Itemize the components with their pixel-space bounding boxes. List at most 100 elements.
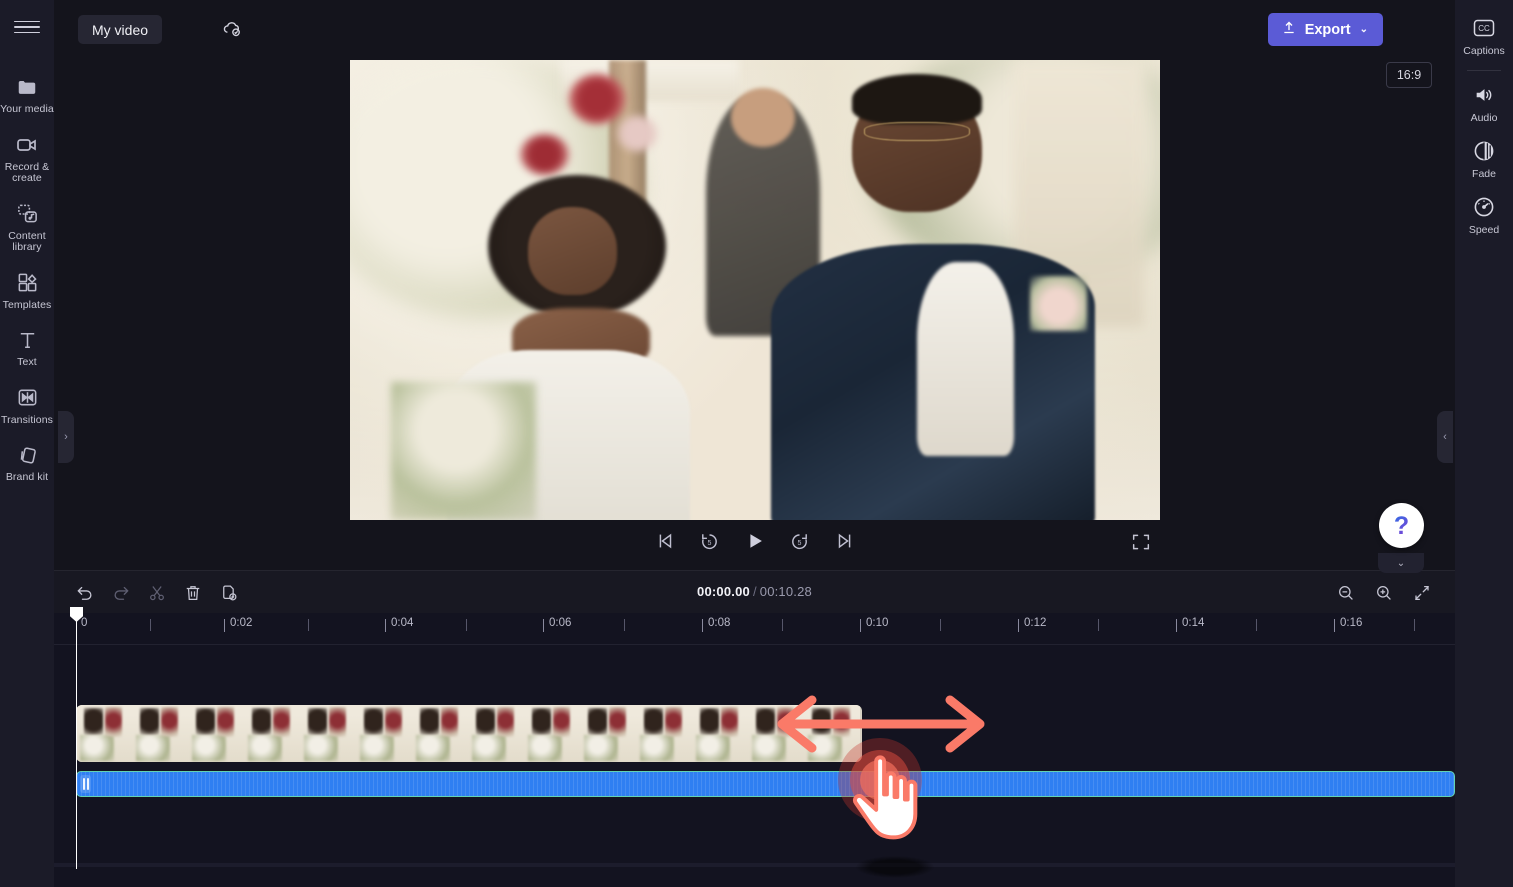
rose-3 <box>617 115 658 152</box>
ruler-label: 0:04 <box>391 617 414 629</box>
top-toolbar: My video Export ⌄ <box>54 0 1455 58</box>
sidebar-label: Record & create <box>4 160 50 184</box>
speaker-volume-icon <box>1472 83 1496 107</box>
aspect-ratio-button[interactable]: 16:9 <box>1386 62 1432 88</box>
ruler-label: 0:06 <box>549 617 572 629</box>
filmstrip-thumbnail <box>244 705 300 762</box>
filmstrip-thumbnail <box>804 705 860 762</box>
right-item-fade[interactable]: Fade <box>1455 131 1513 187</box>
ruler-label: 0:02 <box>230 617 253 629</box>
sidebar-item-your-media[interactable]: Your media <box>0 66 54 124</box>
right-item-audio[interactable]: Audio <box>1455 75 1513 131</box>
right-item-speed[interactable]: Speed <box>1455 187 1513 243</box>
ruler-label: 0:14 <box>1182 617 1205 629</box>
left-sidebar: Your media Record & create Content libra… <box>0 0 54 887</box>
filmstrip-thumbnail <box>300 705 356 762</box>
svg-text:5: 5 <box>798 538 802 546</box>
current-time: 00:00.00 <box>697 584 750 599</box>
zoom-out-icon[interactable] <box>1333 580 1359 606</box>
chevron-left-icon: ‹ <box>1443 431 1447 443</box>
audio-waveform <box>77 772 1454 796</box>
fade-half-circle-icon <box>1472 139 1496 163</box>
chevron-right-icon: › <box>64 431 68 443</box>
help-button[interactable]: ? <box>1379 503 1424 548</box>
project-title-button[interactable]: My video <box>78 15 163 44</box>
timeline-track-video[interactable] <box>54 705 1455 762</box>
collapse-panel-chevron[interactable]: ⌄ <box>1378 553 1424 573</box>
clipchamp-editor-window: Your media Record & create Content libra… <box>0 0 1513 887</box>
timeline[interactable]: 0 0:02 0:04 0:06 0:08 0:10 0:12 0:14 0:1… <box>54 607 1455 887</box>
right-item-captions[interactable]: CC Captions <box>1455 8 1513 64</box>
sidebar-label: Templates <box>2 298 52 311</box>
timeline-empty-track[interactable] <box>54 809 1455 855</box>
audio-clip-selected[interactable] <box>76 771 1455 797</box>
filmstrip-thumbnail <box>356 705 412 762</box>
video-preview[interactable] <box>350 60 1160 520</box>
timeline-tool-group <box>72 580 242 606</box>
timeline-ruler[interactable]: 0 0:02 0:04 0:06 0:08 0:10 0:12 0:14 0:1… <box>54 613 1455 645</box>
scissors-icon[interactable] <box>144 580 170 606</box>
ruler-label: 0:12 <box>1024 617 1047 629</box>
hamburger-menu-icon[interactable] <box>14 14 40 40</box>
forward-5-icon[interactable]: 5 <box>786 527 814 555</box>
rewind-5-icon[interactable]: 5 <box>696 527 724 555</box>
preview-frame-image <box>350 60 1160 520</box>
sidebar-item-templates[interactable]: Templates <box>0 262 54 320</box>
sidebar-item-transitions[interactable]: Transitions <box>0 377 54 435</box>
boutonniere <box>1030 276 1088 332</box>
export-label: Export <box>1304 21 1351 38</box>
transitions-icon <box>15 386 39 410</box>
video-clip[interactable] <box>76 705 862 762</box>
timeline-scroll-area[interactable] <box>54 863 1455 867</box>
folder-icon <box>15 75 39 99</box>
filmstrip-thumbnail <box>580 705 636 762</box>
sidebar-item-record-create[interactable]: Record & create <box>0 124 54 193</box>
timeline-zoom-group <box>1333 580 1435 606</box>
chevron-down-icon: ⌄ <box>1359 24 1368 35</box>
sidebar-item-text[interactable]: Text <box>0 319 54 377</box>
text-t-icon <box>15 328 39 352</box>
trash-icon[interactable] <box>180 580 206 606</box>
redo-arrow-icon[interactable] <box>108 580 134 606</box>
play-icon[interactable] <box>741 527 769 555</box>
filmstrip-thumbnail <box>468 705 524 762</box>
skip-next-icon[interactable] <box>831 527 859 555</box>
zoom-in-icon[interactable] <box>1371 580 1397 606</box>
clip-trim-handle-left[interactable] <box>80 775 91 793</box>
fit-timeline-icon[interactable] <box>1409 580 1435 606</box>
collapse-left-panel-handle[interactable]: › <box>58 411 74 463</box>
playhead[interactable] <box>70 607 83 869</box>
filmstrip-thumbnail <box>412 705 468 762</box>
upload-arrow-icon <box>1281 19 1297 40</box>
groom-shirt <box>917 262 1015 456</box>
export-button[interactable]: Export ⌄ <box>1267 13 1383 46</box>
closed-captions-icon: CC <box>1472 16 1496 40</box>
groom-hair <box>852 73 982 125</box>
cloud-saved-icon[interactable] <box>220 18 244 40</box>
ruler-label: 0 <box>81 617 88 629</box>
filmstrip-thumbnail <box>636 705 692 762</box>
fullscreen-icon[interactable] <box>1130 531 1154 555</box>
video-camera-icon <box>15 133 39 157</box>
sidebar-item-content-library[interactable]: Content library <box>0 193 54 262</box>
sidebar-item-brand-kit[interactable]: Brand kit <box>0 434 54 492</box>
collapse-right-panel-handle[interactable]: ‹ <box>1437 411 1453 463</box>
time-display: 00:00.00/00:10.28 <box>697 584 812 599</box>
filmstrip-thumbnail <box>524 705 580 762</box>
ruler-label: 0:10 <box>866 617 889 629</box>
svg-text:CC: CC <box>1478 24 1490 33</box>
brand-kit-icon <box>15 443 39 467</box>
preview-stage: 16:9 5 5 <box>54 58 1455 570</box>
sidebar-label: Your media <box>0 103 54 115</box>
duplicate-icon[interactable] <box>216 580 242 606</box>
undo-arrow-icon[interactable] <box>72 580 98 606</box>
sidebar-divider <box>1467 70 1501 71</box>
skip-previous-icon[interactable] <box>651 527 679 555</box>
filmstrip-thumbnail <box>188 705 244 762</box>
timeline-track-audio[interactable] <box>54 771 1455 797</box>
bouquet <box>390 382 537 520</box>
filmstrip-thumbnail <box>692 705 748 762</box>
ruler-label: 0:08 <box>708 617 731 629</box>
templates-grid-icon <box>15 271 39 295</box>
right-sidebar: CC Captions Audio Fade Speed <box>1455 0 1513 887</box>
